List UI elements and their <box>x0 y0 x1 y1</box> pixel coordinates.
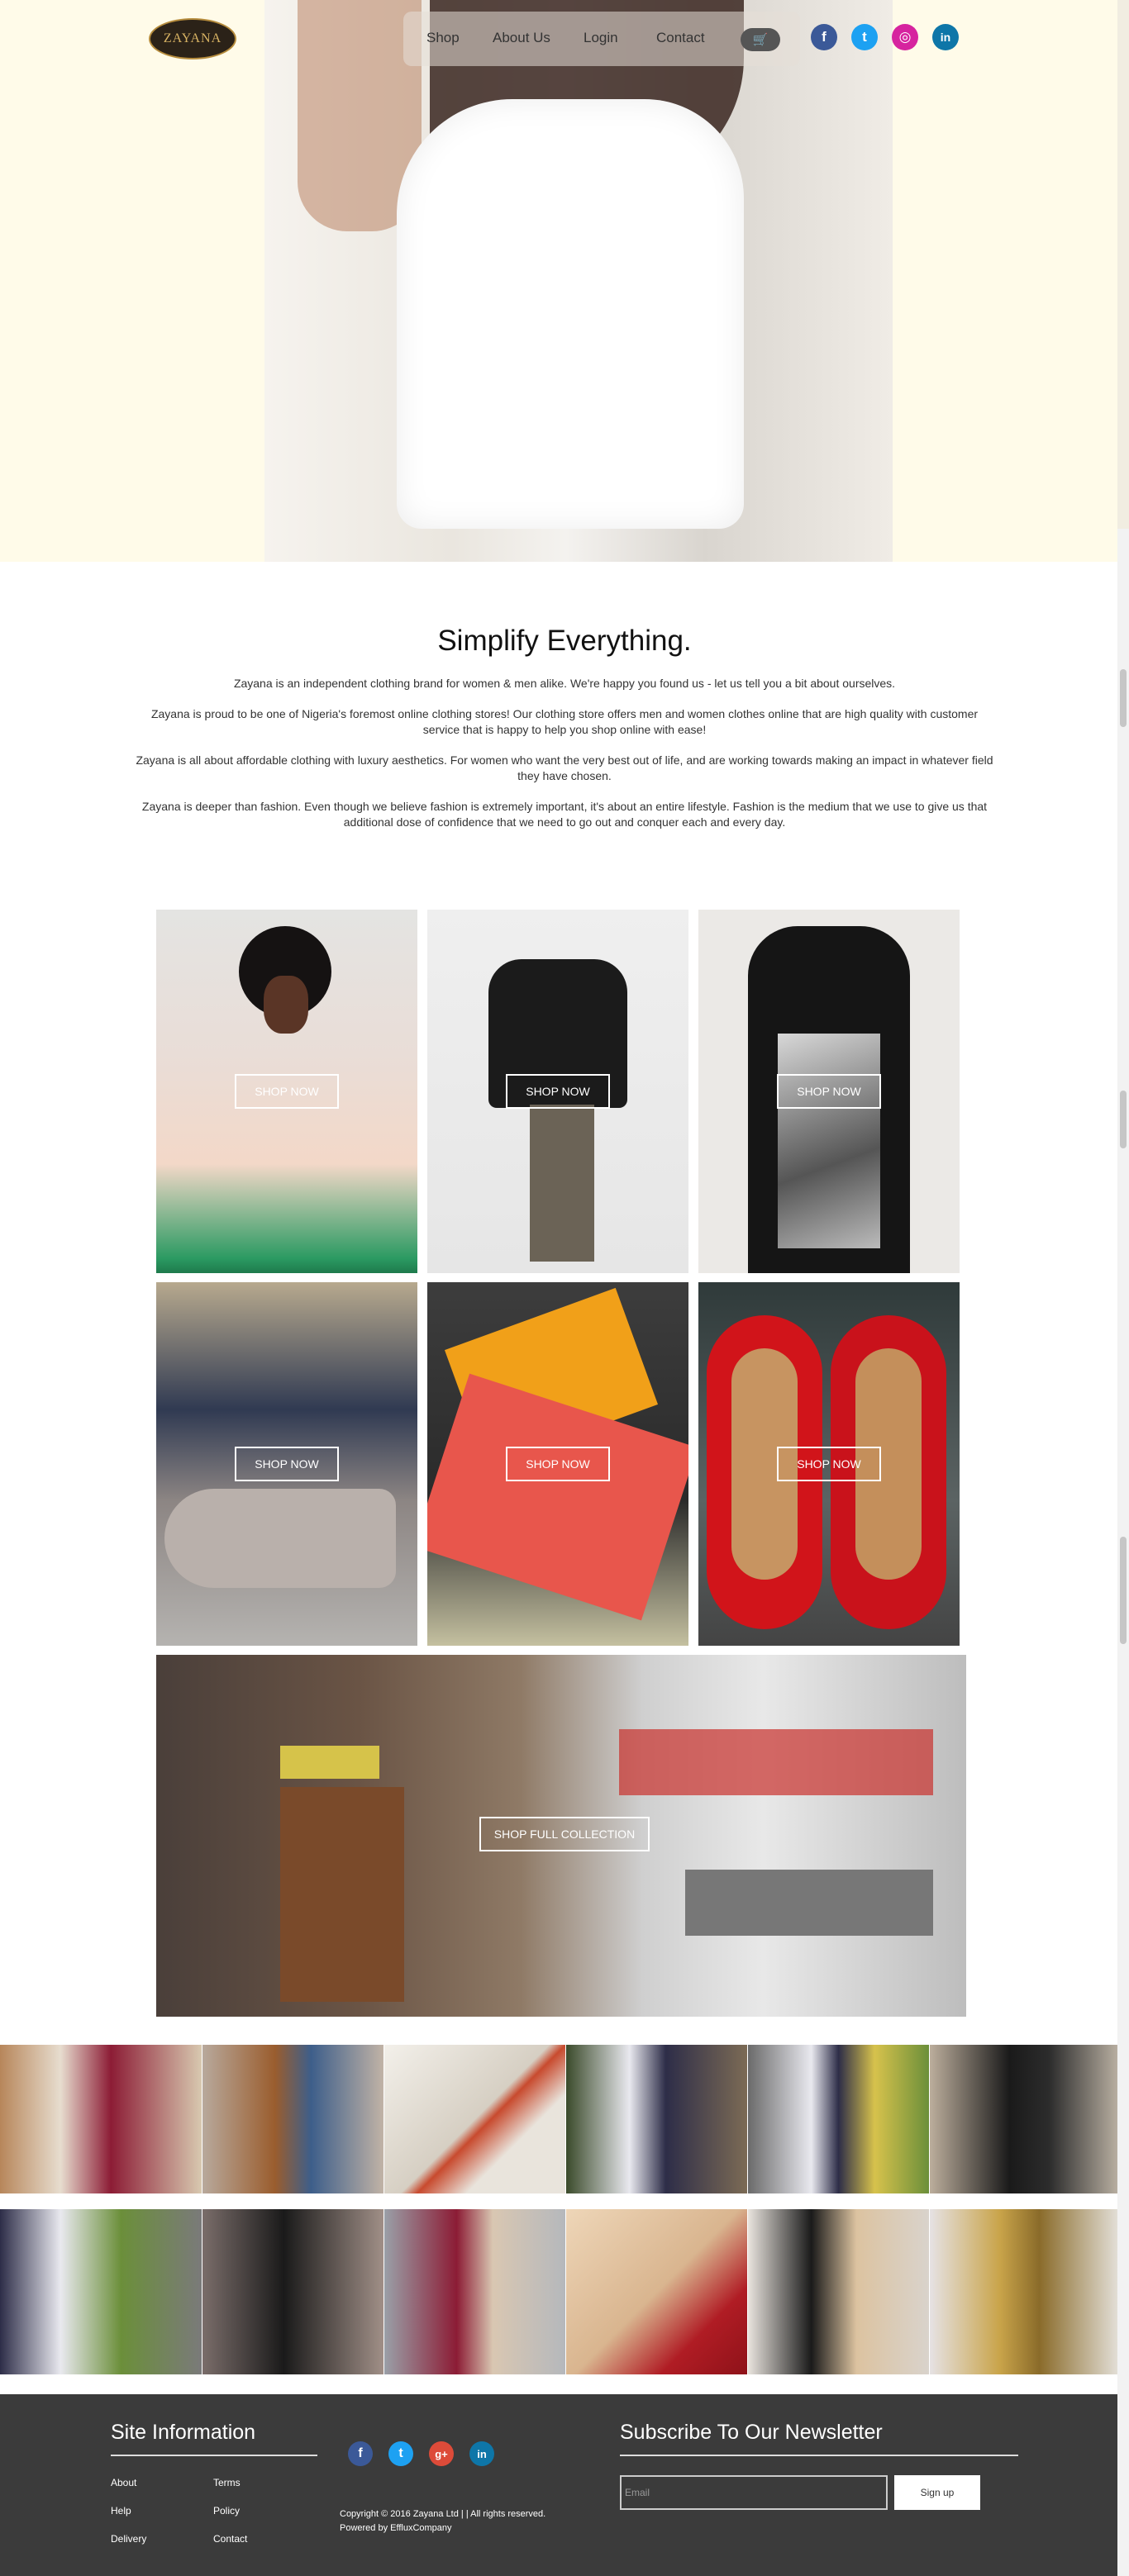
site-info-title: Site Information <box>111 2421 256 2444</box>
footer-twitter-icon[interactable]: t <box>388 2441 413 2466</box>
category-tile-tank-top[interactable]: SHOP NOW <box>698 910 960 1273</box>
footer-linkedin-icon[interactable]: in <box>469 2441 494 2466</box>
hero-banner <box>0 0 1129 562</box>
footer-link-delivery[interactable]: Delivery <box>111 2533 146 2545</box>
tile-photo-clutch <box>427 1373 688 1621</box>
footer-twitter-glyph: t <box>398 2446 403 2460</box>
footer-link-help[interactable]: Help <box>111 2505 131 2517</box>
intro-paragraph-4: Zayana is deeper than fashion. Even thou… <box>141 800 988 829</box>
footer-link-about[interactable]: About <box>111 2477 136 2488</box>
collection-photo-shelf <box>685 1870 933 1936</box>
shop-full-collection-button[interactable]: SHOP FULL COLLECTION <box>479 1817 650 1851</box>
intro-paragraph-2: Zayana is proud to be one of Nigeria's f… <box>150 707 979 736</box>
category-tile-blouse[interactable]: SHOP NOW <box>156 910 417 1273</box>
twitter-glyph: t <box>862 29 867 45</box>
tile-photo-sneaker <box>164 1489 396 1588</box>
twitter-icon[interactable]: t <box>851 24 878 50</box>
shop-now-button[interactable]: SHOP NOW <box>235 1074 339 1109</box>
instagram-glyph: ◎ <box>898 29 912 45</box>
hero-edge <box>1117 0 1129 562</box>
gallery-image[interactable] <box>202 2045 383 2193</box>
instagram-icon[interactable]: ◎ <box>892 24 918 50</box>
page: { "brand": {"logo_text": "ZAYANA"}, "nav… <box>0 0 1129 2576</box>
gallery-image[interactable] <box>930 2045 1129 2193</box>
scrollbar-thumb[interactable] <box>1120 1537 1127 1644</box>
category-tile-clutch[interactable]: SHOP NOW <box>427 1282 688 1646</box>
linkedin-glyph: in <box>940 31 951 44</box>
scrollbar-thumb[interactable] <box>1120 1091 1127 1148</box>
collection-photo-bags <box>280 1746 379 1779</box>
intro-title: Simplify Everything. <box>437 625 692 657</box>
newsletter-signup-button[interactable]: Sign up <box>894 2475 980 2510</box>
footer-linkedin-glyph: in <box>477 2447 487 2460</box>
category-tile-heels[interactable]: SHOP NOW <box>698 1282 960 1646</box>
gallery-image[interactable] <box>748 2045 929 2193</box>
shop-now-button[interactable]: SHOP NOW <box>506 1447 610 1481</box>
shop-now-button[interactable]: SHOP NOW <box>777 1074 881 1109</box>
category-tile-jacket[interactable]: SHOP NOW <box>427 910 688 1273</box>
nav-shop[interactable]: Shop <box>426 30 460 46</box>
powered-by-text: Powered by EffluxCompany <box>340 2523 452 2533</box>
linkedin-icon[interactable]: in <box>932 24 959 50</box>
nav-contact[interactable]: Contact <box>656 30 705 46</box>
footer-link-policy[interactable]: Policy <box>213 2505 240 2517</box>
logo-text: ZAYANA <box>163 31 222 45</box>
gallery-image[interactable] <box>384 2045 565 2193</box>
footer-link-contact[interactable]: Contact <box>213 2533 247 2545</box>
gallery-image[interactable] <box>748 2209 929 2374</box>
tile-photo-print <box>778 1034 880 1248</box>
footer-google-plus-icon[interactable]: g+ <box>429 2441 454 2466</box>
page-scrollbar[interactable] <box>1117 529 1129 2576</box>
gallery-image[interactable] <box>566 2045 747 2193</box>
footer-google-plus-glyph: g+ <box>435 2447 448 2460</box>
intro-paragraph-3: Zayana is all about affordable clothing … <box>136 753 993 782</box>
gallery-image[interactable] <box>566 2209 747 2374</box>
brand-logo[interactable]: ZAYANA <box>149 18 236 59</box>
nav-about-us[interactable]: About Us <box>493 30 550 46</box>
intro-paragraph-1: Zayana is an independent clothing brand … <box>233 677 896 690</box>
scrollbar-thumb[interactable] <box>1120 669 1127 727</box>
copyright-text: Copyright © 2016 Zayana Ltd | | All righ… <box>340 2509 546 2519</box>
collection-photo-handbags <box>619 1729 933 1795</box>
gallery-image[interactable] <box>930 2209 1129 2374</box>
tile-photo-trousers <box>530 1105 594 1262</box>
facebook-glyph: f <box>822 29 827 45</box>
shop-now-button[interactable]: SHOP NOW <box>506 1074 610 1109</box>
gallery-image[interactable] <box>384 2209 565 2374</box>
cart-icon[interactable]: 🛒 <box>741 28 780 51</box>
intro-section: Simplify Everything. Zayana is an indepe… <box>132 625 997 845</box>
newsletter-email-input[interactable]: Email <box>620 2475 888 2510</box>
shop-now-button[interactable]: SHOP NOW <box>777 1447 881 1481</box>
facebook-icon[interactable]: f <box>811 24 837 50</box>
footer-link-terms[interactable]: Terms <box>213 2477 241 2488</box>
collection-photo-cabinet <box>280 1787 404 2002</box>
gallery-image[interactable] <box>0 2209 202 2374</box>
gallery-image[interactable] <box>0 2045 202 2193</box>
tile-photo-face <box>264 976 308 1034</box>
gallery-image[interactable] <box>202 2209 383 2374</box>
category-tile-sneakers[interactable]: SHOP NOW <box>156 1282 417 1646</box>
footer-facebook-icon[interactable]: f <box>348 2441 373 2466</box>
newsletter-divider <box>620 2455 1018 2456</box>
shop-now-button[interactable]: SHOP NOW <box>235 1447 339 1481</box>
hero-photo-dress <box>397 99 744 529</box>
nav-login[interactable]: Login <box>584 30 618 46</box>
site-info-divider <box>111 2455 317 2456</box>
footer-facebook-glyph: f <box>358 2446 363 2460</box>
newsletter-title: Subscribe To Our Newsletter <box>620 2421 883 2444</box>
